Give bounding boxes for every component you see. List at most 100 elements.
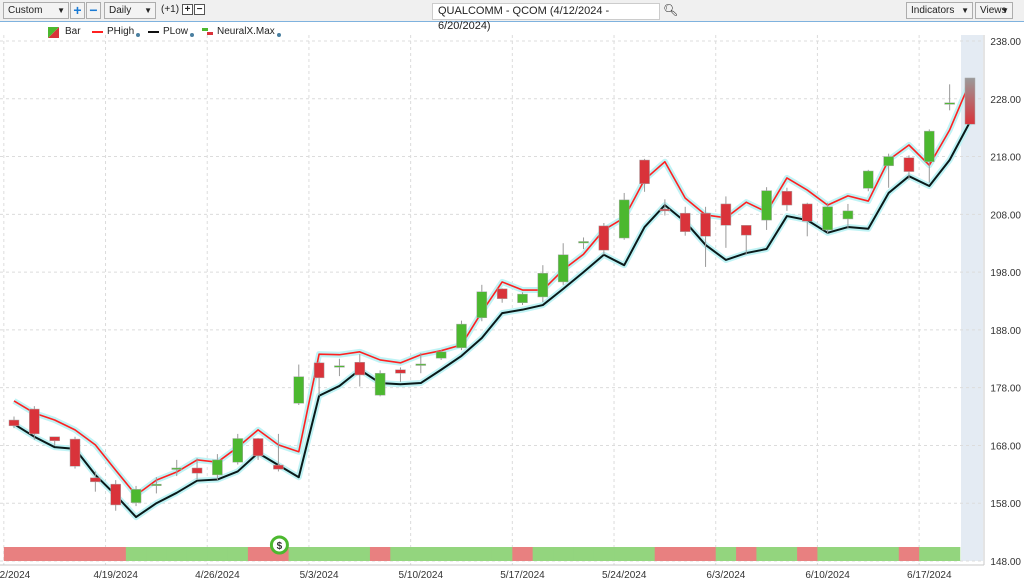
- x-axis-label: 6/3/2024: [706, 570, 745, 581]
- neuralx-band-segment: [146, 547, 168, 561]
- neuralx-band-segment: [247, 547, 269, 561]
- candle[interactable]: [761, 190, 772, 221]
- candle[interactable]: [313, 362, 325, 379]
- candle[interactable]: [69, 438, 81, 467]
- bar-legend-icon: [48, 26, 59, 38]
- candle[interactable]: [700, 212, 711, 237]
- neuralx-band-segment: [390, 547, 412, 561]
- x-axis-label: 4/26/2024: [195, 570, 240, 581]
- candle[interactable]: [212, 459, 223, 476]
- candle[interactable]: [191, 467, 203, 474]
- candle[interactable]: [110, 483, 121, 506]
- candle[interactable]: [232, 438, 243, 463]
- neuralx-band-segment: [817, 547, 839, 561]
- candle[interactable]: [374, 372, 386, 396]
- neuralx-band-segment: [654, 547, 676, 561]
- candle[interactable]: [659, 208, 671, 212]
- candle[interactable]: [8, 419, 20, 427]
- candle[interactable]: [802, 203, 813, 222]
- candle[interactable]: [903, 157, 915, 172]
- settings-dot-icon[interactable]: [190, 32, 195, 37]
- candle[interactable]: [456, 323, 467, 349]
- legend-neuralx[interactable]: NeuralX.Max: [202, 25, 281, 39]
- candle[interactable]: [334, 365, 345, 368]
- phigh-glow: [12, 80, 973, 499]
- candle[interactable]: [273, 464, 284, 470]
- neuralx-band-segment: [858, 547, 879, 561]
- candle[interactable]: [29, 408, 40, 435]
- candle[interactable]: [90, 477, 101, 483]
- plow-line[interactable]: [13, 121, 971, 519]
- candle[interactable]: [964, 77, 976, 125]
- y-axis-label: 218.00: [990, 153, 1021, 164]
- candle[interactable]: [679, 212, 691, 232]
- candle[interactable]: [924, 130, 935, 163]
- candle[interactable]: [395, 369, 406, 374]
- neuralx-band-segment: [3, 547, 25, 561]
- candle[interactable]: [578, 241, 589, 244]
- x-axis-label: 5/10/2024: [399, 570, 444, 581]
- legend-phigh[interactable]: PHigh: [92, 25, 141, 39]
- phigh-line[interactable]: [13, 81, 971, 496]
- price-chart[interactable]: 238.00 228.00 218.00 208.00 198.00 188.00 178.…: [0, 0, 1024, 585]
- neuralx-band-segment: [410, 547, 432, 561]
- neuralx-band-segment: [308, 547, 330, 561]
- neuralx-band-segment: [471, 547, 493, 561]
- candle[interactable]: [598, 225, 610, 251]
- candle[interactable]: [130, 489, 142, 503]
- neuralx-band-segment: [736, 547, 757, 561]
- neuralx-band-segment: [715, 547, 737, 561]
- neuralx-band-segment: [288, 547, 310, 561]
- candle[interactable]: [781, 190, 793, 206]
- x-axis-label: 5/17/2024: [500, 570, 545, 581]
- neuralx-band-segment: [512, 547, 534, 561]
- legend-bar[interactable]: Bar: [48, 25, 81, 39]
- y-axis-label: 188.00: [990, 326, 1021, 337]
- candle[interactable]: [639, 159, 650, 184]
- y-axis-label: 168.00: [990, 441, 1021, 452]
- candle[interactable]: [944, 102, 955, 105]
- y-axis-label: 238.00: [990, 37, 1021, 48]
- x-axis-label: 4/19/2024: [93, 570, 138, 581]
- candle[interactable]: [557, 254, 569, 283]
- candle[interactable]: [863, 170, 874, 189]
- legend-label: PLow: [163, 26, 189, 37]
- candle[interactable]: [171, 467, 182, 470]
- settings-dot-icon[interactable]: [136, 32, 141, 37]
- candle[interactable]: [740, 225, 752, 236]
- candle[interactable]: [822, 206, 833, 231]
- y-axis-label: 198.00: [990, 268, 1021, 279]
- candle[interactable]: [476, 291, 488, 319]
- candle[interactable]: [354, 361, 366, 376]
- neuralx-band-segment: [776, 547, 798, 561]
- candle[interactable]: [618, 199, 630, 239]
- candle[interactable]: [517, 293, 528, 303]
- candle[interactable]: [720, 203, 732, 226]
- candle[interactable]: [435, 351, 447, 359]
- x-axis-label: 4/12/2024: [0, 570, 31, 581]
- y-axis-label: 208.00: [990, 210, 1021, 221]
- neuralx-band-segment: [430, 547, 452, 561]
- candle[interactable]: [415, 363, 427, 366]
- x-axis-label: 6/17/2024: [907, 570, 952, 581]
- y-axis-label: 228.00: [990, 95, 1021, 106]
- candle[interactable]: [842, 210, 854, 220]
- neuralx-band-segment: [593, 547, 615, 561]
- candle[interactable]: [151, 483, 162, 486]
- candle[interactable]: [293, 376, 305, 404]
- settings-dot-icon[interactable]: [276, 32, 281, 37]
- neuralx-band-segment: [634, 547, 656, 561]
- candle[interactable]: [49, 436, 60, 442]
- neuralx-band-segment: [837, 547, 859, 561]
- neuralx-band-segment: [939, 547, 961, 561]
- neuralx-band-segment: [105, 547, 127, 561]
- legend-plow[interactable]: PLow: [148, 25, 195, 39]
- candle[interactable]: [496, 288, 508, 299]
- neuralx-band-segment: [186, 547, 208, 561]
- neuralx-band-segment: [44, 547, 66, 561]
- candle[interactable]: [252, 438, 264, 457]
- candle[interactable]: [537, 273, 549, 298]
- neuralx-band-segment: [64, 547, 86, 561]
- neuralx-band-segment: [573, 547, 595, 561]
- candle[interactable]: [883, 156, 894, 167]
